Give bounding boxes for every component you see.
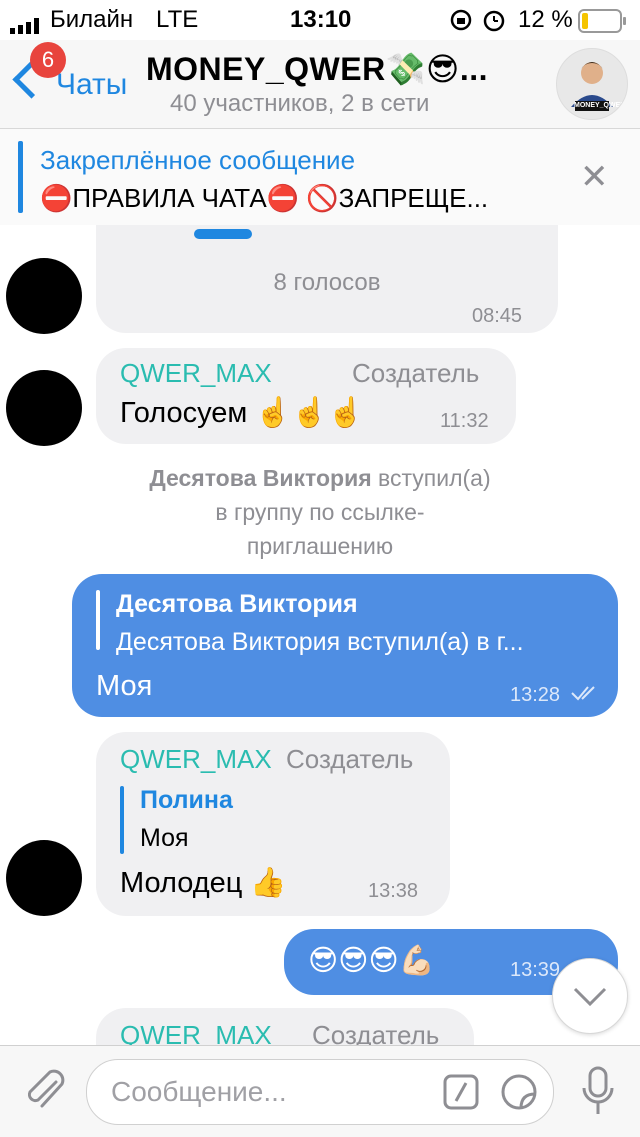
- system-rest-1: в группу по ссылке-: [215, 499, 425, 525]
- sender-role: Создатель: [286, 744, 414, 774]
- poll-bar: [194, 229, 252, 239]
- pinned-title: Закреплённое сообщение: [40, 145, 356, 175]
- message-list[interactable]: 8 голосов 08:45 QWER_MAX Создатель Голос…: [0, 225, 640, 1045]
- reply-name: Десятова Виктория: [116, 590, 358, 618]
- sender-role: Создатель: [352, 358, 480, 388]
- message-input[interactable]: Сообщение...: [86, 1059, 554, 1125]
- paperclip-icon[interactable]: [20, 1066, 70, 1121]
- avatar[interactable]: [6, 258, 82, 334]
- alarm-icon: [482, 8, 506, 32]
- message-bubble[interactable]: QWER_MAX Создатель: [96, 1008, 474, 1045]
- message-text: 😎😎😎💪🏻: [308, 945, 435, 977]
- lock-rotation-icon: [450, 9, 472, 31]
- network-label: LTE: [156, 6, 199, 33]
- battery-icon: [578, 9, 628, 33]
- pinned-text: ⛔ПРАВИЛА ЧАТА⛔ 🚫ЗАПРЕЩЕ...: [40, 183, 489, 213]
- chat-avatar[interactable]: MONEY_QWER: [556, 48, 628, 120]
- system-rest-2: приглашению: [246, 533, 394, 559]
- message-time: 11:32: [440, 410, 489, 432]
- message-bubble[interactable]: QWER_MAX Создатель Полина Моя Молодец 👍 …: [96, 732, 450, 916]
- clock: 13:10: [290, 6, 352, 33]
- reply-bar: [120, 786, 124, 854]
- scroll-down-button[interactable]: [552, 958, 628, 1034]
- status-bar: Билайн LTE 13:10 12 %: [0, 0, 640, 40]
- avatar[interactable]: [6, 840, 82, 916]
- battery-percent: 12 %: [518, 6, 573, 33]
- system-user-name[interactable]: Десятова Виктория: [149, 465, 371, 491]
- system-action: вступил(а): [378, 465, 491, 491]
- message-text: Молодец 👍: [120, 867, 287, 899]
- chat-title[interactable]: MONEY_QWER💸😎...: [146, 50, 488, 88]
- back-button[interactable]: Чаты: [56, 68, 127, 102]
- message-time: 13:38: [368, 880, 419, 902]
- sender-name[interactable]: QWER_MAX: [120, 1020, 272, 1045]
- close-icon[interactable]: ✕: [580, 160, 609, 194]
- system-message: Десятова Виктория вступил(а) в группу по…: [0, 461, 640, 563]
- reply-bar: [96, 590, 100, 650]
- chevron-down-icon: [573, 987, 607, 1007]
- navigation-bar: Чаты 6 MONEY_QWER💸😎... 40 участников, 2 …: [0, 40, 640, 128]
- message-bubble[interactable]: Десятова Виктория Десятова Виктория всту…: [72, 574, 618, 717]
- pinned-accent-bar: [18, 141, 23, 213]
- avatar-label: MONEY_QWER: [574, 102, 626, 109]
- commands-icon[interactable]: [443, 1074, 479, 1115]
- reply-name: Полина: [140, 786, 233, 814]
- poll-bubble[interactable]: 8 голосов 08:45: [96, 225, 558, 333]
- carrier-label: Билайн: [50, 6, 134, 33]
- message-text: Моя: [96, 670, 153, 702]
- signal-icon: [10, 13, 46, 34]
- message-text: Голосуем ☝️☝️☝️: [120, 397, 364, 429]
- pinned-message[interactable]: Закреплённое сообщение ⛔ПРАВИЛА ЧАТА⛔ 🚫З…: [0, 128, 640, 226]
- sticker-icon[interactable]: [499, 1072, 539, 1117]
- sender-name[interactable]: QWER_MAX: [120, 744, 272, 775]
- message-bubble[interactable]: QWER_MAX Создатель Голосуем ☝️☝️☝️ 11:32: [96, 348, 516, 444]
- chat-subtitle[interactable]: 40 участников, 2 в сети: [170, 90, 429, 118]
- sender-name[interactable]: QWER_MAX: [120, 358, 272, 389]
- input-bar: Сообщение...: [0, 1045, 640, 1137]
- reply-text: Десятова Виктория вступил(а) в г...: [116, 628, 524, 656]
- unread-badge: 6: [30, 42, 66, 78]
- microphone-icon[interactable]: [578, 1066, 618, 1123]
- read-checkmarks-icon: [570, 684, 602, 707]
- message-time: 13:28: [510, 684, 561, 706]
- sender-role: Создатель: [312, 1020, 440, 1045]
- avatar[interactable]: [6, 370, 82, 446]
- input-placeholder: Сообщение...: [111, 1076, 287, 1107]
- reply-text: Моя: [140, 824, 189, 852]
- poll-votes: 8 голосов: [273, 269, 381, 296]
- message-time: 08:45: [472, 305, 523, 327]
